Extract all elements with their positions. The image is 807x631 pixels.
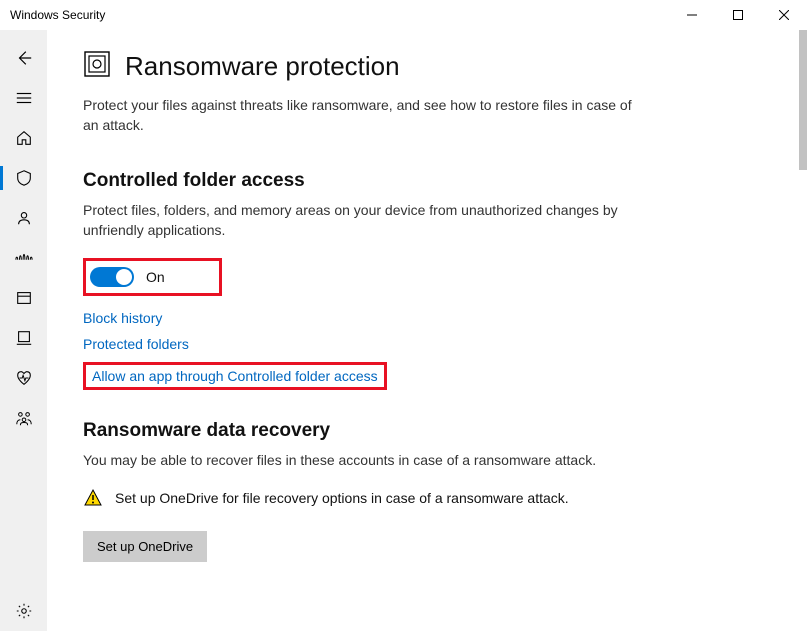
link-allow-app[interactable]: Allow an app through Controlled folder a… [83, 362, 387, 390]
toggle-knob [116, 269, 132, 285]
titlebar: Windows Security [0, 0, 807, 30]
window-controls [669, 0, 807, 30]
controlled-folder-toggle[interactable] [90, 267, 134, 287]
page-title: Ransomware protection [125, 51, 400, 82]
recovery-description: You may be able to recover files in thes… [83, 450, 643, 470]
link-protected-folders[interactable]: Protected folders [83, 336, 189, 352]
sidebar-item-device-security[interactable] [0, 318, 47, 358]
menu-icon[interactable] [0, 78, 47, 118]
toggle-label: On [146, 269, 165, 285]
sidebar-item-account[interactable] [0, 198, 47, 238]
close-button[interactable] [761, 0, 807, 30]
minimize-button[interactable] [669, 0, 715, 30]
page-description: Protect your files against threats like … [83, 95, 643, 136]
toggle-highlight: On [83, 258, 222, 296]
sidebar-item-virus-protection[interactable] [0, 158, 47, 198]
content-area: Ransomware protection Protect your files… [47, 30, 807, 631]
controlled-folder-description: Protect files, folders, and memory areas… [83, 200, 643, 241]
window-title: Windows Security [10, 8, 669, 22]
warning-text: Set up OneDrive for file recovery option… [115, 488, 569, 513]
scrollbar[interactable] [799, 30, 807, 170]
maximize-button[interactable] [715, 0, 761, 30]
sidebar-item-app-control[interactable] [0, 278, 47, 318]
controlled-folder-title: Controlled folder access [83, 170, 767, 192]
link-block-history[interactable]: Block history [83, 310, 162, 326]
sidebar-item-settings[interactable] [0, 591, 47, 631]
sidebar-item-device-performance[interactable] [0, 358, 47, 398]
recovery-title: Ransomware data recovery [83, 420, 767, 442]
warning-icon [83, 488, 103, 513]
sidebar-item-firewall[interactable] [0, 238, 47, 278]
sidebar-item-family[interactable] [0, 398, 47, 438]
ransomware-icon [83, 50, 111, 83]
setup-onedrive-button[interactable]: Set up OneDrive [83, 531, 207, 562]
back-button[interactable] [0, 38, 47, 78]
sidebar [0, 30, 47, 631]
sidebar-item-home[interactable] [0, 118, 47, 158]
